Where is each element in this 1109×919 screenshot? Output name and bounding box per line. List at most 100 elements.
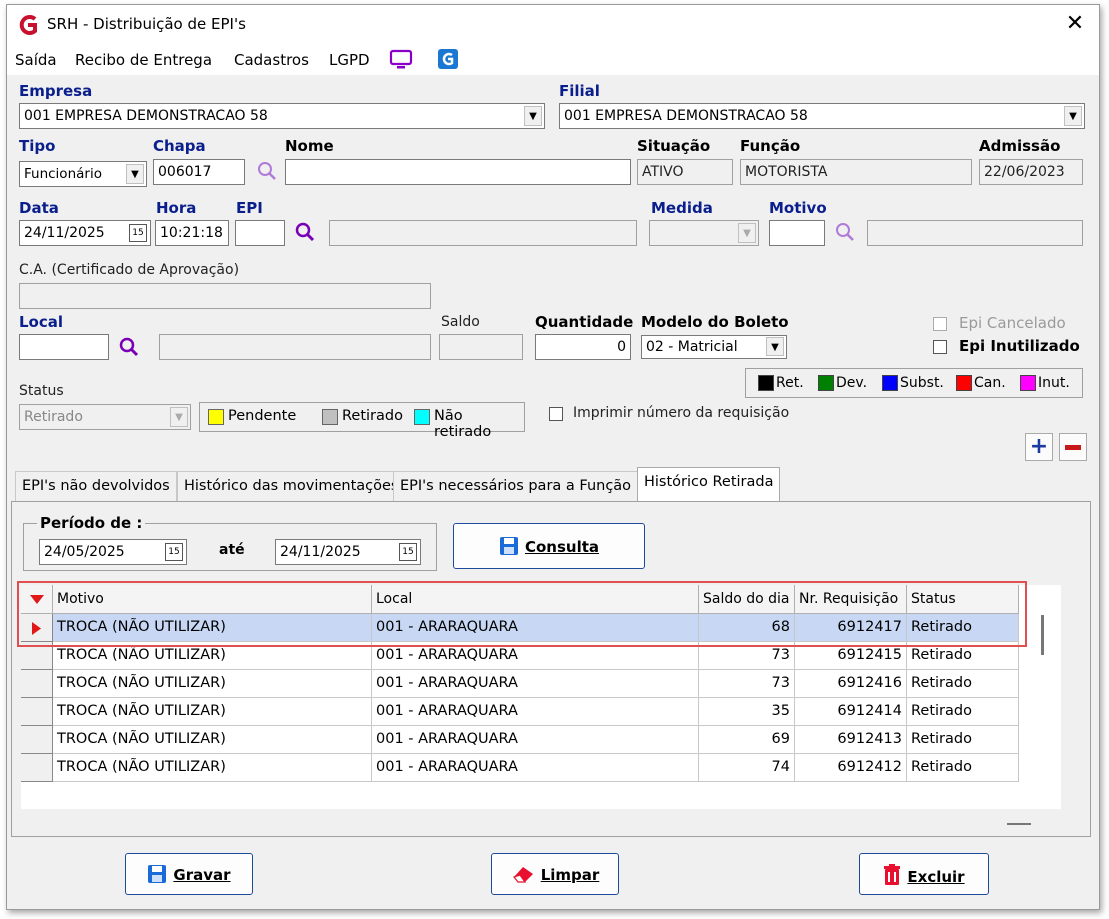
cell-motivo[interactable]: TROCA (NÃO UTILIZAR)	[53, 642, 372, 670]
row-indicator[interactable]	[21, 642, 53, 670]
tab-historico-movimentacoes[interactable]: Histórico das movimentações	[177, 471, 406, 501]
scroll-handle[interactable]	[1007, 823, 1031, 825]
row-indicator[interactable]	[21, 614, 53, 642]
cell-status[interactable]: Retirado	[907, 754, 1019, 782]
cell-status[interactable]: Retirado	[907, 726, 1019, 754]
epi-inutilizado-checkbox[interactable]	[933, 340, 947, 354]
minus-icon	[1065, 445, 1081, 450]
periodo-to-input[interactable]: 24/11/2025 15	[275, 539, 421, 565]
local-search-icon[interactable]	[117, 335, 141, 359]
epi-input[interactable]	[235, 220, 285, 246]
cell-saldo[interactable]: 68	[699, 614, 795, 642]
chevron-down-icon[interactable]: ▼	[524, 106, 542, 126]
row-indicator[interactable]	[21, 670, 53, 698]
remove-button[interactable]	[1059, 433, 1087, 461]
cell-local[interactable]: 001 - ARARAQUARA	[372, 642, 699, 670]
cell-local[interactable]: 001 - ARARAQUARA	[372, 614, 699, 642]
row-indicator[interactable]	[21, 698, 53, 726]
col-header-status[interactable]: Status	[907, 585, 1019, 614]
calendar-icon[interactable]: 15	[165, 543, 183, 561]
menu-recibo-entrega[interactable]: Recibo de Entrega	[75, 51, 212, 69]
cell-status[interactable]: Retirado	[907, 642, 1019, 670]
filial-select[interactable]: 001 EMPRESA DEMONSTRACAO 58 ▼	[559, 103, 1085, 129]
tab-historico-retirada[interactable]: Histórico Retirada	[637, 467, 781, 501]
cell-status[interactable]: Retirado	[907, 698, 1019, 726]
epi-search-icon[interactable]	[293, 220, 317, 244]
scrollbar-thumb[interactable]	[1041, 615, 1044, 655]
empresa-select[interactable]: 001 EMPRESA DEMONSTRACAO 58 ▼	[19, 103, 545, 129]
chapa-input[interactable]: 006017	[153, 159, 245, 185]
motivo-search-icon[interactable]	[833, 220, 857, 244]
calendar-icon[interactable]: 15	[129, 224, 147, 242]
legend-swatch	[956, 375, 972, 391]
cell-local[interactable]: 001 - ARARAQUARA	[372, 726, 699, 754]
admissao-value: 22/06/2023	[979, 159, 1083, 185]
chevron-down-icon[interactable]: ▼	[126, 164, 144, 184]
cell-status[interactable]: Retirado	[907, 614, 1019, 642]
excluir-button[interactable]: Excluir	[859, 853, 989, 895]
g-logo-icon[interactable]	[437, 48, 459, 70]
cell-motivo[interactable]: TROCA (NÃO UTILIZAR)	[53, 726, 372, 754]
calendar-icon[interactable]: 15	[399, 543, 417, 561]
periodo-from-input[interactable]: 24/05/2025 15	[39, 539, 187, 565]
col-header-saldo[interactable]: Saldo do dia	[699, 585, 795, 614]
local-input[interactable]	[19, 334, 109, 360]
add-button[interactable]: +	[1025, 433, 1053, 461]
menu-cadastros[interactable]: Cadastros	[234, 51, 309, 69]
col-header-motivo[interactable]: Motivo	[53, 585, 372, 614]
status-select[interactable]: Retirado ▼	[19, 404, 191, 430]
cell-local[interactable]: 001 - ARARAQUARA	[372, 698, 699, 726]
status-legend-label: Pendente	[228, 408, 297, 424]
cell-requisicao[interactable]: 6912413	[795, 726, 907, 754]
imprimir-checkbox[interactable]	[549, 407, 563, 421]
row-indicator[interactable]	[21, 726, 53, 754]
cell-saldo[interactable]: 35	[699, 698, 795, 726]
menu-lgpd[interactable]: LGPD	[329, 51, 370, 69]
cell-saldo[interactable]: 73	[699, 642, 795, 670]
col-header-local[interactable]: Local	[372, 585, 699, 614]
chevron-down-icon[interactable]: ▼	[170, 407, 188, 427]
chevron-down-icon[interactable]: ▼	[1064, 106, 1082, 126]
cell-requisicao[interactable]: 6912412	[795, 754, 907, 782]
epi-cancelado-checkbox[interactable]	[933, 317, 947, 331]
tipo-select[interactable]: Funcionário ▼	[19, 161, 147, 187]
menu-saida[interactable]: Saída	[15, 51, 57, 69]
cell-motivo[interactable]: TROCA (NÃO UTILIZAR)	[53, 670, 372, 698]
data-input[interactable]: 24/11/2025 15	[19, 220, 151, 246]
cell-local[interactable]: 001 - ARARAQUARA	[372, 670, 699, 698]
limpar-button[interactable]: Limpar	[491, 853, 619, 895]
cell-requisicao[interactable]: 6912414	[795, 698, 907, 726]
tab-epis-necessarios[interactable]: EPI's necessários para a Função	[393, 471, 639, 501]
consulta-button[interactable]: Consulta	[453, 523, 645, 569]
row-indicator[interactable]	[21, 754, 53, 782]
chevron-down-icon[interactable]: ▼	[738, 223, 756, 243]
motivo-input[interactable]	[769, 220, 825, 246]
excluir-label: Excluir	[907, 868, 965, 886]
cell-motivo[interactable]: TROCA (NÃO UTILIZAR)	[53, 614, 372, 642]
cell-requisicao[interactable]: 6912416	[795, 670, 907, 698]
quantidade-input[interactable]: 0	[535, 334, 631, 360]
nome-input[interactable]	[285, 159, 631, 185]
hora-label: Hora	[156, 199, 197, 217]
cell-status[interactable]: Retirado	[907, 670, 1019, 698]
modelo-boleto-select[interactable]: 02 - Matricial ▼	[641, 335, 787, 359]
hora-input[interactable]: 10:21:18	[155, 220, 229, 246]
cell-requisicao[interactable]: 6912417	[795, 614, 907, 642]
chevron-down-icon[interactable]: ▼	[766, 337, 784, 356]
monitor-icon[interactable]	[389, 49, 413, 71]
gravar-button[interactable]: Gravar	[125, 853, 253, 895]
cell-motivo[interactable]: TROCA (NÃO UTILIZAR)	[53, 754, 372, 782]
tab-epis-nao-devolvidos[interactable]: EPI's não devolvidos	[15, 471, 177, 501]
medida-select[interactable]: ▼	[649, 220, 759, 246]
grid-indicator-header[interactable]	[21, 585, 53, 614]
cell-saldo[interactable]: 74	[699, 754, 795, 782]
cell-motivo[interactable]: TROCA (NÃO UTILIZAR)	[53, 698, 372, 726]
cell-requisicao[interactable]: 6912415	[795, 642, 907, 670]
cell-saldo[interactable]: 73	[699, 670, 795, 698]
legend-swatch	[1020, 375, 1036, 391]
chapa-search-icon[interactable]	[255, 159, 279, 183]
close-button[interactable]: ✕	[1061, 11, 1089, 39]
col-header-requisicao[interactable]: Nr. Requisição	[795, 585, 907, 614]
cell-local[interactable]: 001 - ARARAQUARA	[372, 754, 699, 782]
cell-saldo[interactable]: 69	[699, 726, 795, 754]
